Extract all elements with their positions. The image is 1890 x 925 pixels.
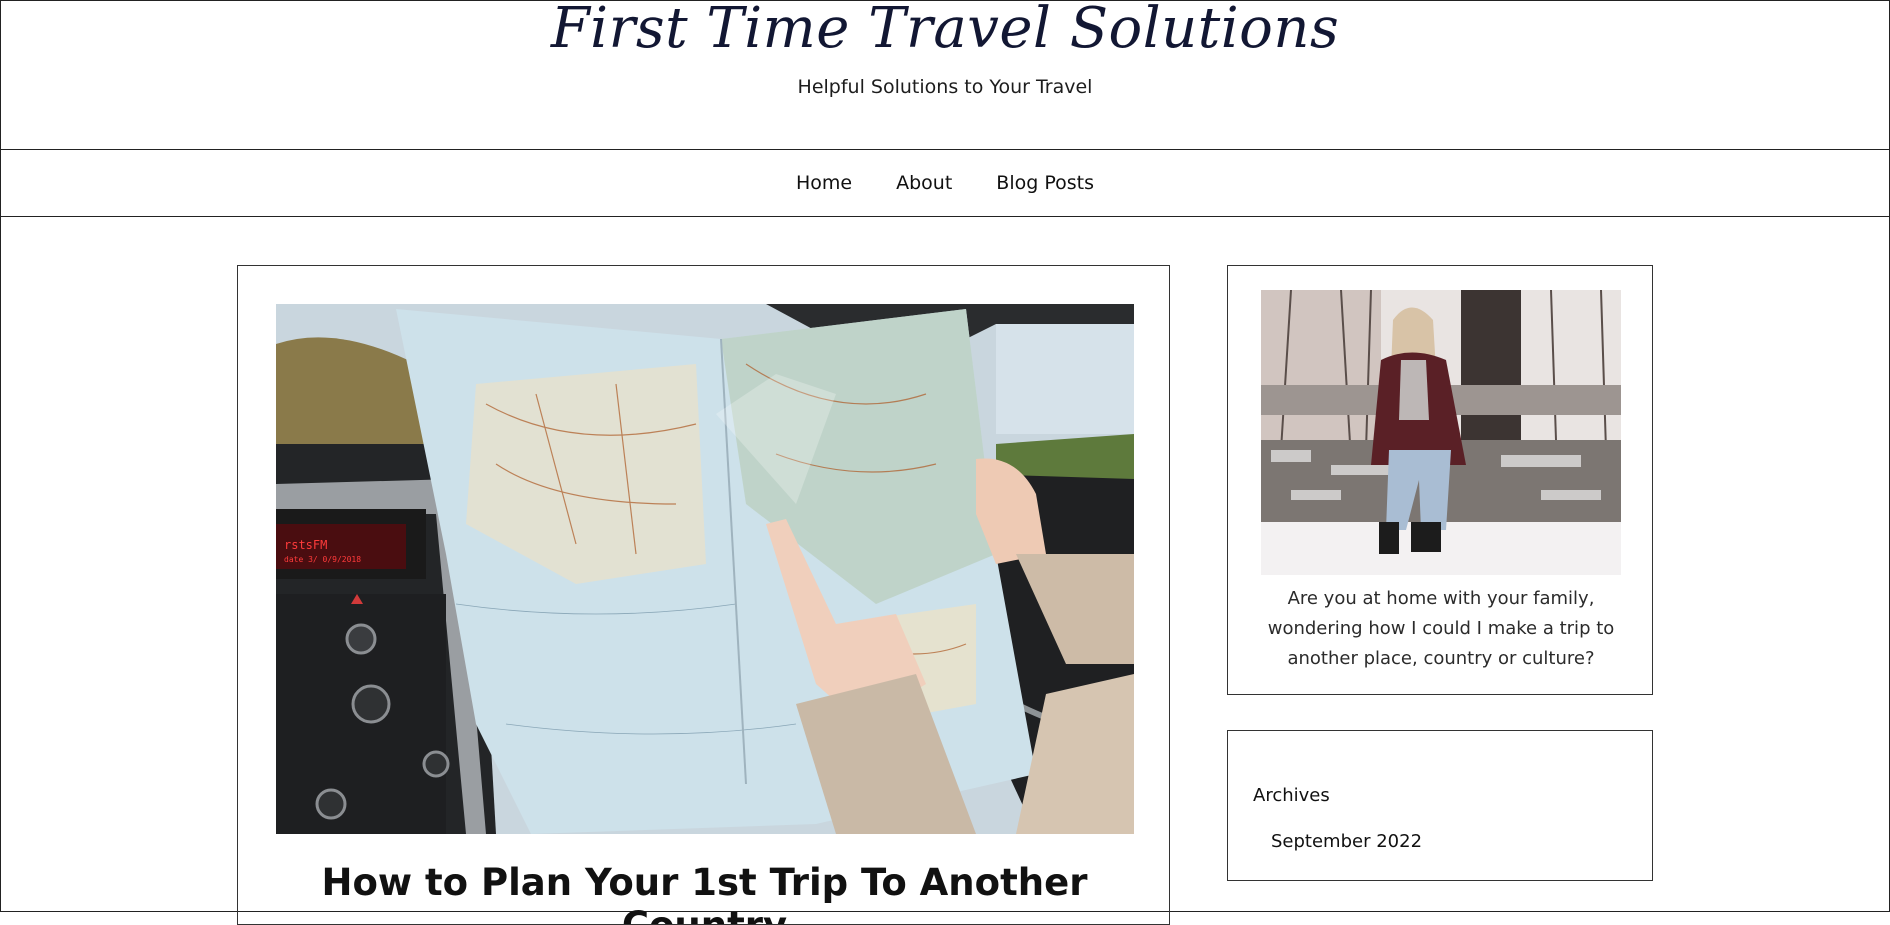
- archives-widget: Archives September 2022: [1227, 730, 1653, 881]
- nav-item-blog-posts[interactable]: Blog Posts: [996, 172, 1094, 194]
- dash-display-text: rstsFM: [284, 538, 327, 552]
- site-title[interactable]: First Time Travel Solutions: [0, 0, 1890, 61]
- about-photo: [1261, 290, 1621, 575]
- nav-item-home[interactable]: Home: [796, 172, 852, 194]
- about-widget: Are you at home with your family, wonder…: [1227, 265, 1653, 695]
- post-card: rstsFM date 3/ 0/9/2018 How to Plan Your…: [237, 265, 1170, 925]
- archive-link-september-2022[interactable]: September 2022: [1271, 831, 1422, 852]
- post-featured-image[interactable]: rstsFM date 3/ 0/9/2018: [276, 304, 1134, 834]
- about-blurb: Are you at home with your family, wonder…: [1267, 588, 1615, 669]
- map-in-car-illustration: rstsFM date 3/ 0/9/2018: [276, 304, 1134, 834]
- main-navigation: Home About Blog Posts: [0, 149, 1890, 217]
- archives-heading: Archives: [1253, 785, 1330, 806]
- site-tagline: Helpful Solutions to Your Travel: [797, 76, 1093, 98]
- woman-in-snow-illustration: [1261, 290, 1621, 575]
- post-title[interactable]: How to Plan Your 1st Trip To Another Cou…: [238, 861, 1169, 924]
- dash-display-subtext: date 3/ 0/9/2018: [284, 555, 361, 564]
- nav-item-about[interactable]: About: [896, 172, 952, 194]
